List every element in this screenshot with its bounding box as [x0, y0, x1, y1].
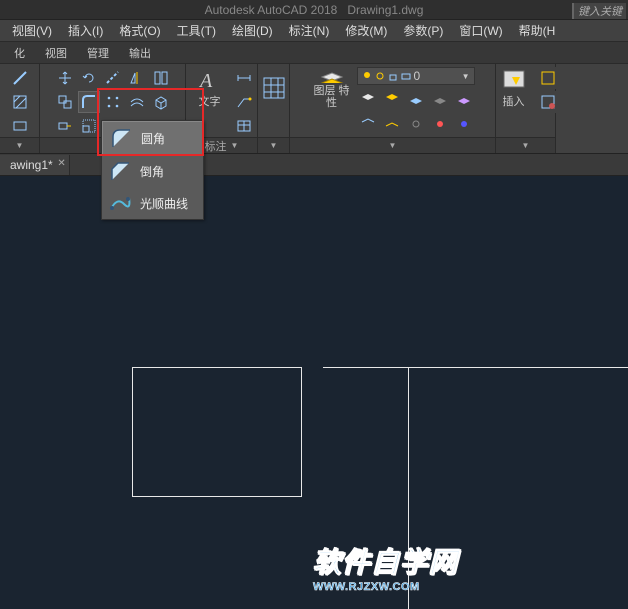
ribbon-tab-manage[interactable]: 管理	[77, 43, 119, 63]
table-large-icon[interactable]	[261, 75, 287, 101]
leader-icon[interactable]	[233, 91, 255, 113]
menu-help[interactable]: 帮助(H	[511, 20, 564, 41]
title-text: Autodesk AutoCAD 2018 Drawing1.dwg	[205, 3, 424, 17]
menu-tools[interactable]: 工具(T)	[169, 20, 224, 41]
layer-on-icon[interactable]	[429, 113, 451, 135]
fillet-icon	[109, 126, 133, 150]
watermark-sub: WWW.RJZXW.COM	[313, 581, 489, 593]
menu-window[interactable]: 窗口(W)	[451, 20, 510, 41]
blend-icon	[108, 191, 132, 215]
dropdown-fillet[interactable]: 圆角	[102, 121, 203, 155]
table-icon[interactable]	[233, 115, 255, 137]
layer-prev-icon[interactable]	[381, 113, 403, 135]
layer-lock-icon[interactable]	[429, 88, 451, 110]
layer-selector[interactable]: 0 ▼	[357, 67, 475, 85]
dropdown-chamfer[interactable]: 倒角	[102, 155, 203, 187]
move-icon[interactable]	[54, 67, 76, 89]
layer-match-icon[interactable]	[453, 88, 475, 110]
document-tabs: awing1* ✕	[0, 154, 628, 176]
menu-parametric[interactable]: 参数(P)	[395, 20, 451, 41]
lock-icon	[388, 71, 398, 81]
svg-text:A: A	[198, 70, 213, 91]
menubar: 视图(V) 插入(I) 格式(O) 工具(T) 绘图(D) 标注(N) 修改(M…	[0, 20, 628, 42]
dropdown-chamfer-label: 倒角	[140, 163, 164, 180]
close-icon[interactable]: ✕	[57, 158, 65, 169]
more-1-icon[interactable]	[150, 67, 172, 89]
drawn-rectangle-1	[132, 367, 302, 497]
ribbon: ▼ ⋯	[0, 64, 628, 154]
watermark-main: 软件自学网	[313, 541, 489, 581]
create-block-icon[interactable]	[537, 67, 559, 89]
fillet-button[interactable]	[78, 91, 100, 113]
layer-properties-icon[interactable]: 图层 特性	[311, 67, 353, 109]
watermark: 软件自学网 WWW.RJZXW.COM	[313, 541, 489, 585]
layer-thaw-icon[interactable]	[453, 113, 475, 135]
mirror-icon[interactable]	[126, 67, 148, 89]
sun-icon	[375, 71, 385, 81]
panel-block: 插入 ▼	[496, 64, 556, 153]
menu-modify[interactable]: 修改(M)	[337, 20, 395, 41]
menu-insert[interactable]: 插入(I)	[60, 20, 111, 41]
search-box[interactable]: 键入关键	[572, 3, 626, 19]
dropdown-blend[interactable]: 光顺曲线	[102, 187, 203, 219]
rect-icon[interactable]	[9, 115, 31, 137]
panel-layers: 图层 特性 0 ▼	[290, 64, 496, 153]
dropdown-blend-label: 光顺曲线	[140, 195, 188, 212]
trim-icon[interactable]	[102, 67, 124, 89]
hatch-icon[interactable]	[9, 91, 31, 113]
menu-draw[interactable]: 绘图(D)	[224, 20, 281, 41]
menu-format[interactable]: 格式(O)	[111, 20, 168, 41]
offset-icon[interactable]	[126, 91, 148, 113]
text-big-icon[interactable]: A 文字	[189, 67, 231, 109]
cube-icon[interactable]	[150, 91, 172, 113]
fillet-dropdown: 圆角 倒角 光顺曲线	[101, 120, 204, 220]
chamfer-icon	[108, 159, 132, 183]
ribbon-tab-output[interactable]: 输出	[119, 43, 161, 63]
lightbulb-icon	[362, 71, 372, 81]
layer-iso-icon[interactable]	[381, 88, 403, 110]
ribbon-tab-view[interactable]: 视图	[35, 43, 77, 63]
insert-block-icon[interactable]: 插入	[493, 67, 535, 109]
plot-icon	[401, 71, 411, 81]
panel-grid: ▼	[258, 64, 290, 153]
layer-off-icon[interactable]	[405, 113, 427, 135]
layer-state-icon[interactable]	[357, 88, 379, 110]
layer-make-icon[interactable]	[357, 113, 379, 135]
dimension-icon[interactable]	[233, 67, 255, 89]
titlebar: Autodesk AutoCAD 2018 Drawing1.dwg 键入关键	[0, 0, 628, 20]
dropdown-fillet-label: 圆角	[141, 130, 165, 147]
drawn-line-vertical	[408, 367, 409, 609]
panel-layers-label[interactable]: ▼	[290, 137, 495, 153]
document-tab-1[interactable]: awing1* ✕	[0, 155, 70, 175]
array-icon[interactable]	[102, 91, 124, 113]
drawing-canvas[interactable]: 软件自学网 WWW.RJZXW.COM	[0, 176, 628, 609]
panel-draw: ▼	[0, 64, 40, 153]
menu-view[interactable]: 视图(V)	[4, 20, 60, 41]
edit-block-icon[interactable]	[537, 91, 559, 113]
line-icon[interactable]	[9, 67, 31, 89]
menu-dimension[interactable]: 标注(N)	[281, 20, 338, 41]
scale-icon[interactable]	[78, 115, 100, 137]
panel-grid-label[interactable]: ▼	[258, 137, 289, 153]
layer-name: 0	[414, 69, 421, 83]
layer-prop-label: 图层 特性	[311, 85, 353, 109]
ribbon-tabs: 化 视图 管理 输出	[0, 42, 628, 64]
stretch-icon[interactable]	[54, 115, 76, 137]
ribbon-tab-1[interactable]: 化	[4, 43, 35, 63]
layer-freeze-icon[interactable]	[405, 88, 427, 110]
drawn-line-top	[323, 367, 628, 368]
rotate-icon[interactable]	[78, 67, 100, 89]
panel-block-label[interactable]: ▼	[496, 137, 555, 153]
copy-icon[interactable]	[54, 91, 76, 113]
panel-draw-label[interactable]: ▼	[0, 137, 39, 153]
